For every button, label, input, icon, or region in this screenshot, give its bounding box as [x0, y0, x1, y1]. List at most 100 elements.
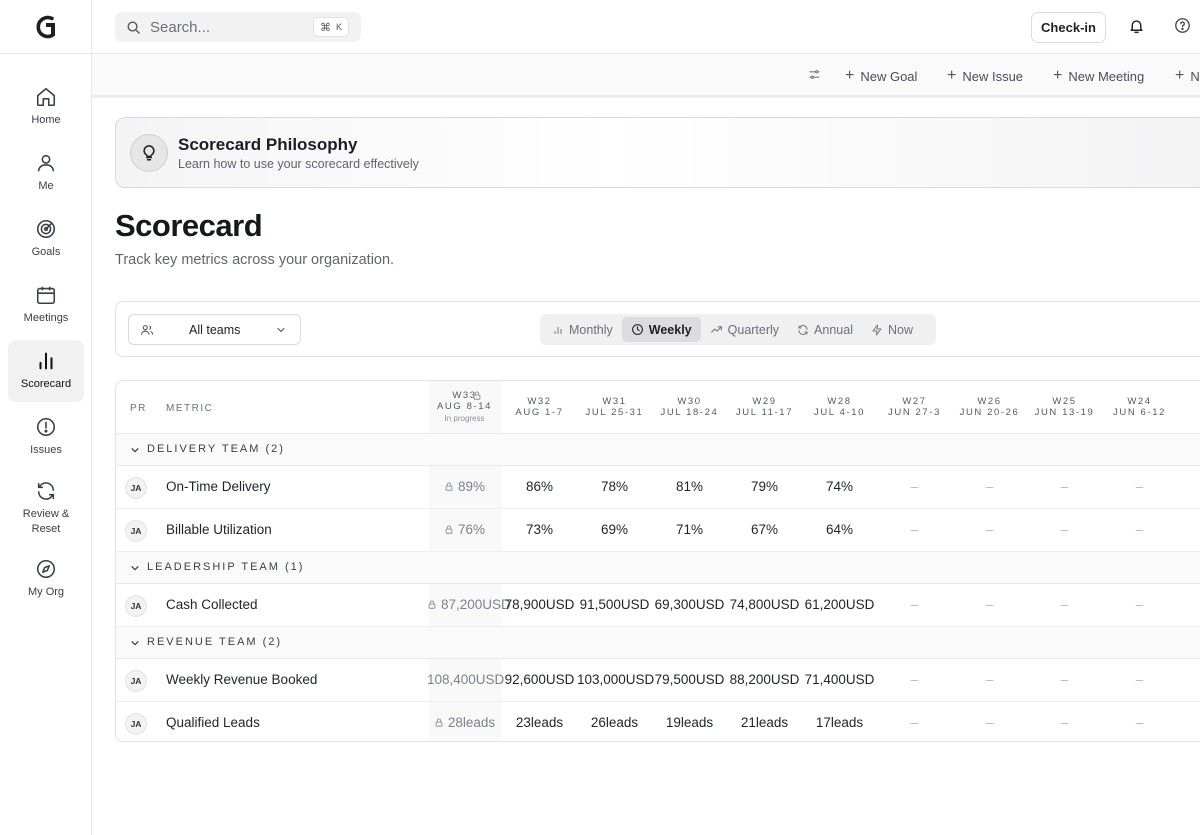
value-cell[interactable]: 78,900USD: [502, 597, 577, 612]
new-more-button[interactable]: + N: [1175, 67, 1200, 85]
team-group-header[interactable]: LEADERSHIP TEAM (1): [116, 552, 1200, 584]
metric-name[interactable]: On-Time Delivery: [166, 479, 271, 494]
value-cell[interactable]: –: [1102, 715, 1177, 730]
value-cell[interactable]: –: [952, 522, 1027, 537]
search-input[interactable]: Search... ⌘ K: [115, 12, 361, 42]
scorecard-philosophy-card[interactable]: Scorecard Philosophy Learn how to use yo…: [115, 117, 1200, 188]
new-issue-button[interactable]: + New Issue: [947, 67, 1023, 85]
value-cell[interactable]: 103,000USD: [577, 672, 654, 687]
value-cell[interactable]: 61,200USD: [802, 597, 877, 612]
value-cell[interactable]: 92,600USD: [502, 672, 577, 687]
week-header[interactable]: W24 JUN 6-12: [1102, 396, 1177, 418]
sidebar-item-goals[interactable]: Goals: [8, 208, 84, 270]
sidebar-item-home[interactable]: Home: [8, 76, 84, 138]
week-header[interactable]: W26 JUN 20-26: [952, 396, 1027, 418]
app-logo[interactable]: [0, 0, 91, 54]
value-cell[interactable]: 86%: [502, 479, 577, 494]
sidebar-item-me[interactable]: Me: [8, 142, 84, 204]
table-row[interactable]: JA Qualified Leads 28leads 23leads 26leads 19…: [116, 702, 1200, 741]
week-header[interactable]: W32 AUG 1-7: [502, 396, 577, 418]
value-cell[interactable]: –: [952, 672, 1027, 687]
value-cell[interactable]: –: [1027, 522, 1102, 537]
value-cell[interactable]: 71,400USD: [802, 672, 877, 687]
value-cell[interactable]: 74,800USD: [727, 597, 802, 612]
value-cell[interactable]: –: [877, 597, 952, 612]
week-header[interactable]: W33 AUG 8-14 In progress: [427, 390, 502, 424]
avatar[interactable]: JA: [125, 670, 147, 692]
period-now[interactable]: Now: [862, 317, 922, 342]
value-cell[interactable]: 17leads: [802, 715, 877, 730]
settings-sliders-icon[interactable]: [808, 68, 821, 81]
value-cell[interactable]: –: [1102, 522, 1177, 537]
avatar[interactable]: JA: [125, 477, 147, 499]
sidebar-item-issues[interactable]: Issues: [8, 406, 84, 468]
sidebar-item-scorecard[interactable]: Scorecard: [8, 340, 84, 402]
value-cell[interactable]: –: [1027, 479, 1102, 494]
help-icon[interactable]: [1174, 17, 1191, 34]
team-filter-select[interactable]: All teams: [128, 314, 301, 345]
new-goal-button[interactable]: + New Goal: [845, 67, 917, 85]
value-cell[interactable]: –: [1027, 715, 1102, 730]
avatar[interactable]: JA: [125, 595, 147, 617]
week-header[interactable]: W28 JUL 4-10: [802, 396, 877, 418]
value-cell[interactable]: 79%: [727, 479, 802, 494]
value-cell[interactable]: 69%: [577, 522, 652, 537]
value-cell[interactable]: 69,300USD: [652, 597, 727, 612]
metric-name[interactable]: Billable Utilization: [166, 522, 272, 537]
value-cell[interactable]: 64%: [802, 522, 877, 537]
value-cell[interactable]: 67%: [727, 522, 802, 537]
bell-icon[interactable]: [1128, 17, 1145, 35]
metric-name[interactable]: Cash Collected: [166, 597, 258, 612]
period-quarterly[interactable]: Quarterly: [701, 317, 788, 342]
value-cell[interactable]: –: [1027, 672, 1102, 687]
current-value-cell[interactable]: 89%: [427, 479, 502, 495]
new-meeting-button[interactable]: + New Meeting: [1053, 67, 1144, 85]
value-cell[interactable]: 88,200USD: [727, 672, 802, 687]
value-cell[interactable]: –: [952, 479, 1027, 494]
value-cell[interactable]: –: [877, 479, 952, 494]
value-cell[interactable]: 74%: [802, 479, 877, 494]
sidebar-item-meetings[interactable]: Meetings: [8, 274, 84, 336]
metric-name[interactable]: Weekly Revenue Booked: [166, 672, 317, 687]
value-cell[interactable]: –: [952, 715, 1027, 730]
period-monthly[interactable]: Monthly: [543, 317, 622, 342]
week-header[interactable]: MA: [1176, 396, 1200, 407]
current-value-cell[interactable]: 76%: [427, 522, 502, 538]
table-row[interactable]: JA Billable Utilization 76% 73% 69% 71% 67% 64%…: [116, 509, 1200, 552]
week-header[interactable]: W27 JUN 27-3: [877, 396, 952, 418]
week-header[interactable]: W30 JUL 18-24: [652, 396, 727, 418]
period-annual[interactable]: Annual: [788, 317, 862, 342]
table-row[interactable]: JA On-Time Delivery 89% 86% 78% 81% 79% 74% – – – –: [116, 466, 1200, 509]
value-cell[interactable]: 81%: [652, 479, 727, 494]
table-row[interactable]: JA Cash Collected 87,200USD 78,900USD 91,500…: [116, 584, 1200, 627]
team-group-header[interactable]: DELIVERY TEAM (2): [116, 434, 1200, 466]
current-value-cell[interactable]: 108,400USD: [427, 672, 504, 687]
week-header[interactable]: W29 JUL 11-17: [727, 396, 802, 418]
avatar[interactable]: JA: [125, 713, 147, 735]
value-cell[interactable]: –: [1027, 597, 1102, 612]
value-cell[interactable]: 79,500USD: [652, 672, 727, 687]
value-cell[interactable]: 91,500USD: [577, 597, 652, 612]
value-cell[interactable]: 21leads: [727, 715, 802, 730]
value-cell[interactable]: 73%: [502, 522, 577, 537]
value-cell[interactable]: 23leads: [502, 715, 577, 730]
value-cell[interactable]: 19leads: [652, 715, 727, 730]
table-row[interactable]: JA Weekly Revenue Booked 108,400USD 92,600U…: [116, 659, 1200, 702]
avatar[interactable]: JA: [125, 520, 147, 542]
period-weekly[interactable]: Weekly: [621, 317, 701, 342]
value-cell[interactable]: 26leads: [577, 715, 652, 730]
week-header[interactable]: W25 JUN 13-19: [1027, 396, 1102, 418]
current-value-cell[interactable]: 87,200USD: [427, 597, 511, 613]
value-cell[interactable]: 78%: [577, 479, 652, 494]
value-cell[interactable]: 71%: [652, 522, 727, 537]
current-value-cell[interactable]: 28leads: [427, 715, 502, 731]
value-cell[interactable]: –: [952, 597, 1027, 612]
checkin-button[interactable]: Check-in: [1031, 12, 1106, 43]
value-cell[interactable]: –: [877, 522, 952, 537]
sidebar-item-review-reset[interactable]: Review & Reset: [8, 472, 84, 544]
sidebar-item-my-org[interactable]: My Org: [8, 548, 84, 610]
metric-name[interactable]: Qualified Leads: [166, 715, 260, 730]
value-cell[interactable]: –: [877, 715, 952, 730]
value-cell[interactable]: –: [1102, 597, 1177, 612]
value-cell[interactable]: –: [1102, 672, 1177, 687]
